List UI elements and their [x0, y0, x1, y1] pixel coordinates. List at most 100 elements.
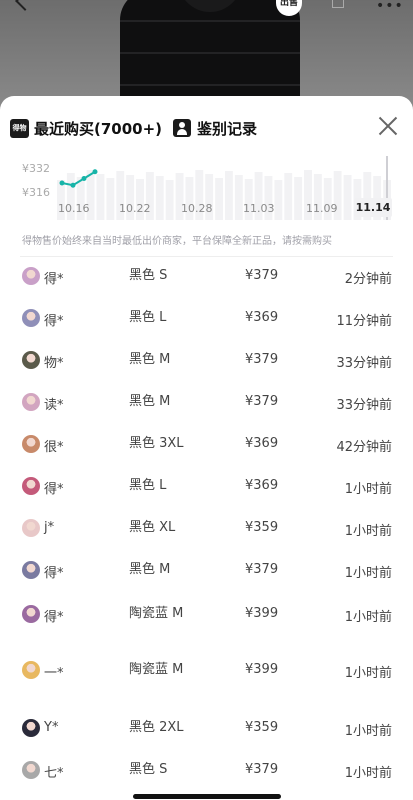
- item-spec: 黑色 M: [129, 562, 171, 577]
- back-icon[interactable]: [15, 0, 35, 11]
- purchase-time: 33分钟前: [336, 398, 392, 413]
- item-spec: 陶瓷蓝 M: [129, 606, 184, 621]
- x-tick-label: 10.16: [58, 202, 90, 215]
- person-icon: [173, 119, 191, 137]
- purchase-time: 1小时前: [344, 724, 392, 739]
- buyer-name: 七*: [44, 766, 64, 781]
- avatar: [22, 519, 40, 537]
- chart-bar: [284, 173, 293, 220]
- chart-bar: [106, 178, 115, 220]
- buyer-name: 物*: [44, 356, 64, 371]
- item-spec: 黑色 L: [129, 478, 167, 493]
- chart-bar: [155, 176, 164, 220]
- item-spec: 黑色 2XL: [129, 720, 184, 735]
- item-price: ¥379: [245, 394, 279, 409]
- purchase-record-row: 得* 黑色 L ¥369 1小时前: [0, 468, 413, 508]
- purchase-record-row: j* 黑色 XL ¥359 1小时前: [0, 510, 413, 550]
- buyer-name: 得*: [44, 566, 64, 581]
- x-tick-label: 11.09: [306, 202, 338, 215]
- purchase-time: 1小时前: [344, 666, 392, 681]
- item-price: ¥379: [245, 268, 279, 283]
- avatar: [22, 561, 40, 579]
- x-tick-label: 10.28: [181, 202, 213, 215]
- chart-bar: [274, 180, 283, 220]
- item-price: ¥399: [245, 662, 279, 677]
- jacket-image: [120, 0, 300, 110]
- buyer-name: Y*: [44, 720, 59, 735]
- home-indicator[interactable]: [133, 794, 281, 799]
- item-spec: 黑色 L: [129, 310, 167, 325]
- price-point: [59, 180, 65, 186]
- divider: [20, 256, 393, 257]
- tab-authentication-records[interactable]: 鉴别记录: [173, 116, 257, 140]
- purchase-time: 1小时前: [344, 766, 392, 781]
- item-price: ¥359: [245, 720, 279, 735]
- item-spec: 黑色 M: [129, 394, 171, 409]
- close-icon[interactable]: [378, 116, 398, 136]
- buyer-name: 得*: [44, 272, 64, 287]
- item-spec: 陶瓷蓝 M: [129, 662, 184, 677]
- chart-bar: [225, 171, 233, 220]
- purchase-time: 1小时前: [344, 610, 392, 625]
- chart-bar: [294, 177, 303, 220]
- y-tick-label: ¥316: [22, 186, 50, 199]
- buyer-name: 很*: [44, 440, 64, 455]
- purchase-time: 33分钟前: [336, 356, 392, 371]
- item-spec: 黑色 3XL: [129, 436, 184, 451]
- product-image: 出售 •••: [0, 0, 413, 110]
- item-price: ¥369: [245, 478, 279, 493]
- y-tick-label: ¥332: [22, 162, 50, 175]
- purchase-record-row: 得* 黑色 L ¥369 11分钟前: [0, 300, 413, 340]
- avatar: [22, 605, 40, 623]
- chart-bar: [96, 174, 105, 220]
- purchase-time: 2分钟前: [344, 272, 392, 287]
- item-spec: 黑色 M: [129, 352, 171, 367]
- price-point: [70, 182, 76, 188]
- buyer-name: j*: [44, 520, 55, 535]
- price-point: [81, 176, 87, 181]
- purchase-record-row: 得* 陶瓷蓝 M ¥399 1小时前: [0, 596, 413, 636]
- item-price: ¥379: [245, 762, 279, 777]
- avatar: [22, 719, 40, 737]
- x-tick-label: 11.03: [243, 202, 275, 215]
- buyer-name: 得*: [44, 482, 64, 497]
- avatar: [22, 761, 40, 779]
- purchase-record-row: 得* 黑色 S ¥379 2分钟前: [0, 258, 413, 298]
- avatar: [22, 309, 40, 327]
- item-price: ¥379: [245, 562, 279, 577]
- item-spec: 黑色 XL: [129, 520, 176, 535]
- avatar: [22, 267, 40, 285]
- chart-bar: [234, 175, 243, 220]
- share-icon[interactable]: [332, 0, 344, 8]
- item-spec: 黑色 S: [129, 268, 168, 283]
- purchase-record-row: Y* 黑色 2XL ¥359 1小时前: [0, 710, 413, 750]
- buyer-name: 得*: [44, 610, 64, 625]
- avatar: [22, 435, 40, 453]
- x-tick-label: 10.22: [119, 202, 151, 215]
- x-tick-label-active[interactable]: 11.14: [354, 198, 392, 217]
- purchase-records-sheet: 得物 最近购买(7000+) 鉴别记录 ¥332 ¥316 10.16 10.2…: [0, 96, 413, 800]
- item-price: ¥399: [245, 606, 279, 621]
- purchase-time: 1小时前: [344, 482, 392, 497]
- more-icon[interactable]: •••: [376, 0, 404, 14]
- avatar: [22, 661, 40, 679]
- tab-auth-label: 鉴别记录: [197, 119, 258, 138]
- purchase-time: 1小时前: [344, 524, 392, 539]
- item-price: ¥369: [245, 436, 279, 451]
- buyer-name: 一*: [44, 666, 64, 681]
- purchase-record-row: 读* 黑色 M ¥379 33分钟前: [0, 384, 413, 424]
- chart-bar: [165, 180, 174, 220]
- item-price: ¥359: [245, 520, 279, 535]
- avatar: [22, 351, 40, 369]
- purchase-record-row: 物* 黑色 M ¥379 33分钟前: [0, 342, 413, 382]
- purchase-time: 1小时前: [344, 566, 392, 581]
- purchase-time: 11分钟前: [336, 314, 392, 329]
- tab-recent-purchases[interactable]: 得物 最近购买(7000+): [10, 116, 162, 140]
- purchase-record-row: 一* 陶瓷蓝 M ¥399 1小时前: [0, 652, 413, 692]
- avatar: [22, 393, 40, 411]
- chart-bar: [215, 178, 223, 220]
- dewu-logo-icon: 得物: [10, 118, 29, 138]
- avatar: [22, 477, 40, 495]
- tab-recent-label: 最近购买(7000+): [34, 119, 163, 138]
- price-disclaimer: 得物售价始终来自当时最低出价商家，平台保障全新正品，请按需购买: [22, 236, 332, 247]
